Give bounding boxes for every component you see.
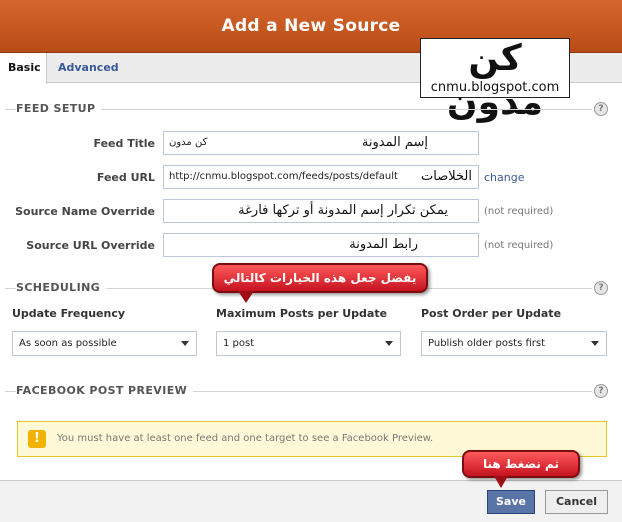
tab-advanced[interactable]: Advanced <box>50 53 127 83</box>
post-order-value: Publish older posts first <box>428 338 546 349</box>
scheduling-heading: SCHEDULING <box>16 281 107 294</box>
source-name-note: (not required) <box>484 206 554 217</box>
save-callout: ثم نضغط هنا <box>462 450 580 488</box>
chevron-down-icon <box>181 341 189 346</box>
post-order-select[interactable]: Publish older posts first <box>421 331 607 356</box>
preview-warning-text: You must have at least one feed and one … <box>57 433 434 444</box>
save-callout-text: ثم نضغط هنا <box>483 457 559 471</box>
chevron-down-icon <box>385 341 393 346</box>
source-url-annotation: رابط المدونة <box>349 237 418 252</box>
update-frequency-label: Update Frequency <box>12 307 126 320</box>
source-url-input[interactable]: رابط المدونة <box>163 233 479 257</box>
feed-url-label: Feed URL <box>96 171 155 184</box>
source-name-label: Source Name Override <box>15 205 155 218</box>
warning-icon: ! <box>28 430 46 448</box>
chevron-down-icon <box>591 341 599 346</box>
dialog-title: Add a New Source <box>221 16 401 36</box>
feed-url-input[interactable]: http://cnmu.blogspot.com/feeds/posts/def… <box>163 165 479 189</box>
source-url-note: (not required) <box>484 240 554 251</box>
feed-setup-heading: FEED SETUP <box>16 102 102 115</box>
source-url-label: Source URL Override <box>26 239 155 252</box>
update-frequency-select[interactable]: As soon as possible <box>12 331 197 356</box>
help-icon[interactable]: ? <box>594 281 608 295</box>
change-link[interactable]: change <box>484 171 524 184</box>
feed-title-value: كن مدون <box>169 137 208 148</box>
post-order-label: Post Order per Update <box>421 307 562 320</box>
feed-setup-section-header: FEED SETUP ? <box>5 102 608 116</box>
scheduling-callout-text: يفضل جعل هذه الخيارات كالتالي <box>223 271 417 285</box>
save-button[interactable]: Save <box>487 490 535 514</box>
help-icon[interactable]: ? <box>594 102 608 116</box>
feed-title-label: Feed Title <box>93 137 155 150</box>
feed-title-annotation: إسم المدونة <box>361 135 428 150</box>
source-name-annotation: يمكن تكرار إسم المدونة أو تركها فارغة <box>238 203 448 218</box>
max-posts-value: 1 post <box>223 338 255 349</box>
scheduling-callout: يفضل جعل هذه الخيارات كالتالي <box>212 263 428 303</box>
cancel-button[interactable]: Cancel <box>545 490 608 514</box>
source-name-input[interactable]: يمكن تكرار إسم المدونة أو تركها فارغة <box>163 199 479 223</box>
tab-basic[interactable]: Basic <box>0 53 47 84</box>
max-posts-label: Maximum Posts per Update <box>216 307 388 320</box>
preview-section-header: FACEBOOK POST PREVIEW ? <box>5 384 608 398</box>
max-posts-select[interactable]: 1 post <box>216 331 401 356</box>
feed-url-value: http://cnmu.blogspot.com/feeds/posts/def… <box>169 171 398 182</box>
preview-heading: FACEBOOK POST PREVIEW <box>16 384 194 397</box>
callout-tail <box>494 476 508 488</box>
feed-title-input[interactable]: كن مدون إسم المدونة <box>163 131 479 155</box>
blog-logo-overlay: كن مدون cnmu.blogspot.com <box>420 38 570 123</box>
update-frequency-value: As soon as possible <box>19 338 117 349</box>
help-icon[interactable]: ? <box>594 384 608 398</box>
logo-url: cnmu.blogspot.com <box>430 80 560 95</box>
callout-tail <box>238 291 254 303</box>
feed-url-annotation: الخلاصات <box>417 166 472 188</box>
